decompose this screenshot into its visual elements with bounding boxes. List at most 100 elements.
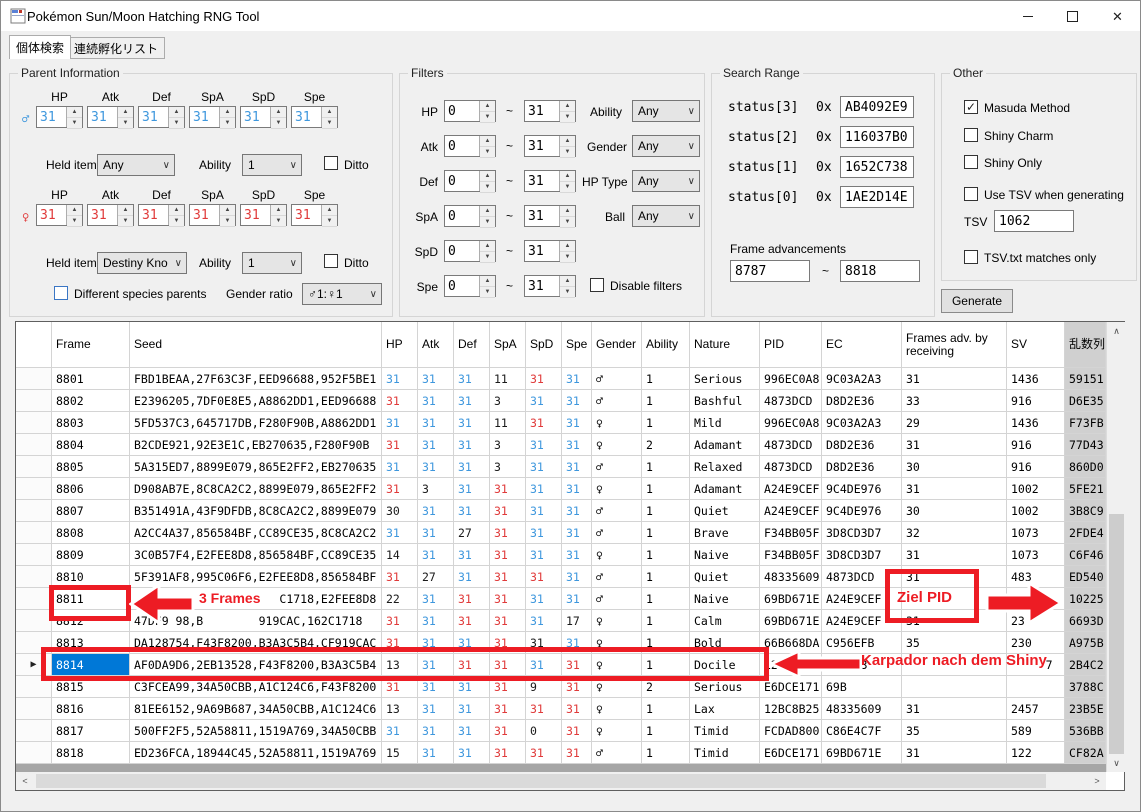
ec-cell[interactable]: A24E9CEF	[822, 588, 902, 610]
stat-cell[interactable]: 31	[382, 456, 418, 478]
ability-cell[interactable]: 1	[642, 742, 690, 764]
stat-cell[interactable]: 31	[382, 676, 418, 698]
filter-spd-max-stepper-buttons[interactable]: ▲▼	[559, 241, 575, 261]
filter-def-min-stepper[interactable]: 0▲▼	[444, 170, 496, 192]
stat-cell[interactable]: 22	[382, 588, 418, 610]
seed-cell[interactable]: 5FD537C3,645717DB,F280F90B,A8862DD1	[130, 412, 382, 434]
gender-cell[interactable]: ♂	[592, 500, 642, 522]
stat-cell[interactable]: 17	[562, 610, 592, 632]
stat-cell[interactable]: 31	[418, 698, 454, 720]
stat-cell[interactable]: 31	[382, 368, 418, 390]
stat-cell[interactable]: 31	[526, 698, 562, 720]
ec-cell[interactable]: 69B	[822, 676, 902, 698]
filter-spd-min-stepper-buttons[interactable]: ▲▼	[479, 241, 495, 261]
frames-adv-cell[interactable]: 31	[902, 610, 1007, 632]
status-input-0[interactable]: 1AE2D14E	[840, 186, 914, 208]
spin-down-icon[interactable]: ▼	[169, 216, 184, 227]
frames-adv-cell[interactable]: 30	[902, 456, 1007, 478]
gender-cell[interactable]: ♀	[592, 632, 642, 654]
filter-def-max-stepper-buttons[interactable]: ▲▼	[559, 171, 575, 191]
filter-hp-type-select[interactable]: Any∨	[632, 170, 700, 192]
ec-cell[interactable]: 9C03A2A3	[822, 368, 902, 390]
rand-cell[interactable]: 2B4C2	[1065, 654, 1106, 676]
pid-cell[interactable]: 69BD671E	[760, 610, 822, 632]
female-iv-spd-stepper[interactable]: 31▲▼	[240, 204, 287, 226]
ability-cell[interactable]: 1	[642, 522, 690, 544]
column-header-乱数列[interactable]: 乱数列	[1065, 322, 1106, 368]
frame-cell[interactable]: 8815	[52, 676, 130, 698]
gender-cell[interactable]: ♀	[592, 698, 642, 720]
row-selector-cell[interactable]	[16, 390, 52, 412]
stat-cell[interactable]: 31	[562, 434, 592, 456]
stat-cell[interactable]: 31	[526, 478, 562, 500]
scroll-down-icon[interactable]: ∨	[1107, 754, 1126, 772]
frames-adv-cell[interactable]: 31	[902, 434, 1007, 456]
stat-cell[interactable]: 31	[418, 368, 454, 390]
seed-cell[interactable]: ED236FCA,18944C45,52A58811,1519A769	[130, 742, 382, 764]
shiny-charm-checkbox[interactable]	[964, 128, 978, 142]
spin-up-icon[interactable]: ▲	[67, 205, 82, 216]
filter-spd-max-stepper[interactable]: 31▲▼	[524, 240, 576, 262]
stat-cell[interactable]: 31	[418, 632, 454, 654]
seed-cell[interactable]: DA128754,F43F8200,B3A3C5B4,CF919CAC	[130, 632, 382, 654]
filter-spa-max-stepper[interactable]: 31▲▼	[524, 205, 576, 227]
spin-down-icon[interactable]: ▼	[169, 118, 184, 129]
stat-cell[interactable]: 31	[454, 412, 490, 434]
stat-cell[interactable]: 3	[490, 434, 526, 456]
filter-spa-min-stepper-buttons[interactable]: ▲▼	[479, 206, 495, 226]
stat-cell[interactable]: 31	[454, 368, 490, 390]
stat-cell[interactable]: 31	[454, 566, 490, 588]
ability-cell[interactable]: 2	[642, 434, 690, 456]
male-iv-def-stepper-buttons[interactable]: ▲▼	[168, 107, 184, 127]
stat-cell[interactable]: 31	[418, 588, 454, 610]
stat-cell[interactable]: 31	[418, 720, 454, 742]
stat-cell[interactable]: 31	[562, 544, 592, 566]
spin-up-icon[interactable]: ▲	[480, 136, 495, 147]
spin-down-icon[interactable]: ▼	[220, 118, 235, 129]
frame-cell[interactable]: 8806	[52, 478, 130, 500]
stat-cell[interactable]: 31	[418, 676, 454, 698]
male-ability-select[interactable]: 1∨	[242, 154, 302, 176]
vertical-scroll-thumb[interactable]	[1109, 514, 1124, 754]
stat-cell[interactable]: 31	[526, 456, 562, 478]
stat-cell[interactable]: 31	[490, 720, 526, 742]
spin-down-icon[interactable]: ▼	[271, 216, 286, 227]
nature-cell[interactable]: Bashful	[690, 390, 760, 412]
seed-cell[interactable]: A2CC4A37,856584BF,CC89CE35,8C8CA2C2	[130, 522, 382, 544]
ability-cell[interactable]: 1	[642, 500, 690, 522]
minimize-button[interactable]	[1005, 1, 1050, 31]
gender-cell[interactable]: ♂	[592, 390, 642, 412]
sv-cell[interactable]: 1002	[1007, 478, 1065, 500]
nature-cell[interactable]: Quiet	[690, 500, 760, 522]
filter-hp-min-stepper[interactable]: 0▲▼	[444, 100, 496, 122]
seed-cell[interactable]: C1718,E2FEE8D8	[130, 588, 382, 610]
pid-cell[interactable]: 996EC0A8	[760, 412, 822, 434]
vertical-scrollbar[interactable]: ∧ ∨	[1106, 322, 1126, 772]
pid-cell[interactable]: A24E9CEF	[760, 500, 822, 522]
nature-cell[interactable]: Timid	[690, 720, 760, 742]
gender-ratio-select[interactable]: ♂1:♀1∨	[302, 283, 382, 305]
rand-cell[interactable]: A975B	[1065, 632, 1106, 654]
spin-up-icon[interactable]: ▲	[480, 101, 495, 112]
rand-cell[interactable]: 5FE21	[1065, 478, 1106, 500]
stat-cell[interactable]: 31	[562, 698, 592, 720]
row-selector-cell[interactable]	[16, 434, 52, 456]
nature-cell[interactable]: Bold	[690, 632, 760, 654]
filter-spa-min-stepper[interactable]: 0▲▼	[444, 205, 496, 227]
ec-cell[interactable]: 9C03A2A3	[822, 412, 902, 434]
spin-up-icon[interactable]: ▲	[560, 276, 575, 287]
filter-ball-select[interactable]: Any∨	[632, 205, 700, 227]
stat-cell[interactable]: 13	[382, 698, 418, 720]
ec-cell[interactable]: 83	[822, 654, 902, 676]
stat-cell[interactable]: 31	[562, 566, 592, 588]
stat-cell[interactable]: 31	[418, 500, 454, 522]
stat-cell[interactable]: 31	[418, 610, 454, 632]
spin-down-icon[interactable]: ▼	[67, 118, 82, 129]
stat-cell[interactable]: 31	[454, 456, 490, 478]
spin-down-icon[interactable]: ▼	[480, 217, 495, 228]
stat-cell[interactable]: 31	[562, 720, 592, 742]
column-header-Frames adv. by receiving[interactable]: Frames adv. by receiving	[902, 322, 1007, 368]
spin-down-icon[interactable]: ▼	[118, 216, 133, 227]
pid-cell[interactable]: 12BC8B25	[760, 698, 822, 720]
frames-adv-cell[interactable]: 31	[902, 368, 1007, 390]
